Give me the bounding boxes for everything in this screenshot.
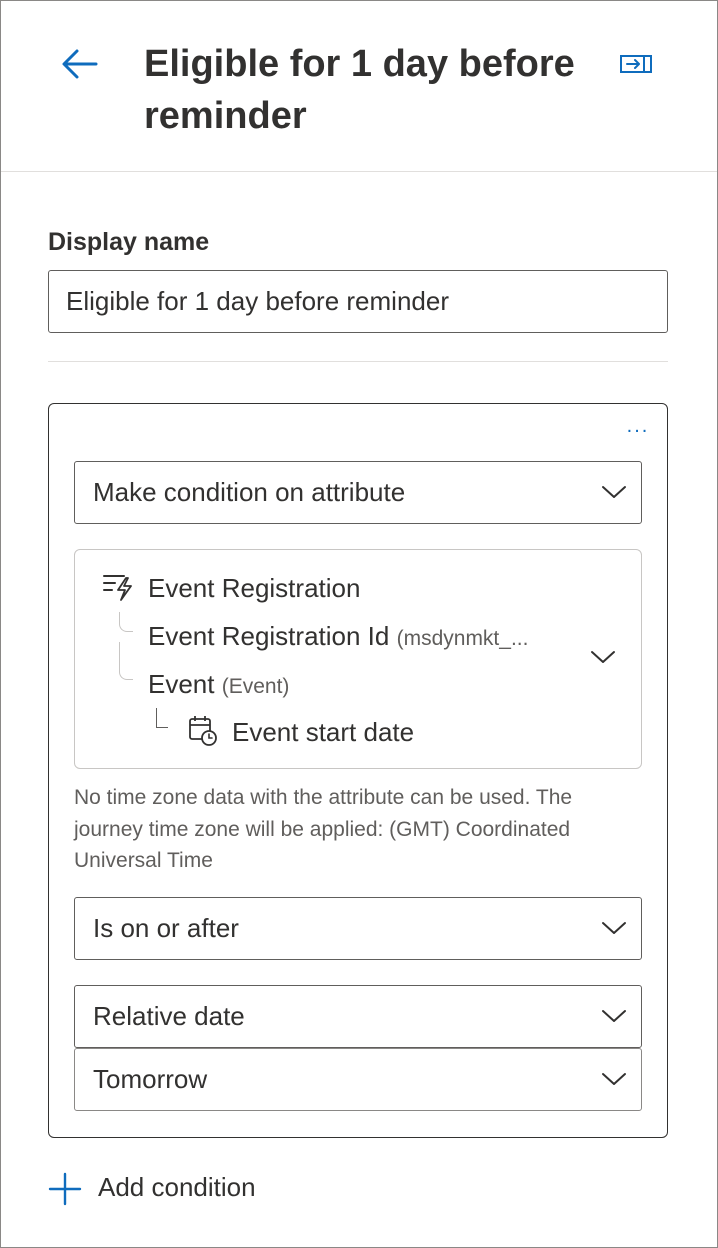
display-name-input[interactable] bbox=[48, 270, 668, 333]
chevron-down-icon bbox=[591, 651, 615, 663]
attribute-leaf-label: Event start date bbox=[232, 717, 415, 747]
back-button[interactable] bbox=[60, 46, 100, 82]
relative-date-dropdown[interactable]: Tomorrow bbox=[74, 1048, 642, 1111]
panel-collapse-icon bbox=[620, 55, 652, 73]
attribute-item-registration-id: Event Registration Id (msdynmkt_... bbox=[148, 621, 528, 652]
attribute-item-label: Event Registration Id bbox=[148, 621, 390, 651]
chevron-down-icon bbox=[602, 486, 626, 498]
tree-connector bbox=[119, 612, 133, 632]
add-condition-label: Add condition bbox=[98, 1172, 256, 1202]
condition-type-dropdown[interactable]: Make condition on attribute bbox=[74, 461, 642, 524]
value-type-value: Relative date bbox=[93, 1001, 245, 1031]
collapse-panel-button[interactable] bbox=[618, 52, 654, 76]
panel-header: Eligible for 1 day before reminder bbox=[1, 1, 717, 172]
attribute-item-event: Event (Event) bbox=[148, 669, 289, 700]
operator-dropdown[interactable]: Is on or after bbox=[74, 897, 642, 960]
plus-icon bbox=[48, 1172, 82, 1206]
attribute-selector[interactable]: Event Registration Event Registration Id… bbox=[74, 549, 642, 769]
value-type-dropdown[interactable]: Relative date bbox=[74, 985, 642, 1048]
chevron-down-icon bbox=[602, 922, 626, 934]
operator-value: Is on or after bbox=[93, 913, 239, 943]
timezone-note: No time zone data with the attribute can… bbox=[74, 786, 573, 872]
attribute-root-label: Event Registration bbox=[148, 573, 361, 603]
chevron-down-icon bbox=[602, 1073, 626, 1085]
more-options-button[interactable]: ... bbox=[622, 416, 654, 440]
calendar-clock-icon bbox=[189, 716, 217, 746]
page-title: Eligible for 1 day before reminder bbox=[144, 43, 575, 137]
condition-type-value: Make condition on attribute bbox=[93, 477, 406, 507]
display-name-label: Display name bbox=[48, 228, 210, 256]
attribute-item-label: Event bbox=[148, 669, 215, 699]
attribute-item-sub: (Event) bbox=[221, 675, 290, 698]
relative-date-value: Tomorrow bbox=[93, 1064, 208, 1094]
attribute-item-sub: (msdynmkt_... bbox=[396, 627, 529, 650]
tree-connector bbox=[156, 708, 168, 728]
section-divider bbox=[48, 361, 668, 362]
trigger-event-icon bbox=[103, 575, 132, 601]
tree-connector bbox=[119, 642, 133, 680]
chevron-down-icon bbox=[602, 1010, 626, 1022]
arrow-left-icon bbox=[62, 49, 98, 79]
